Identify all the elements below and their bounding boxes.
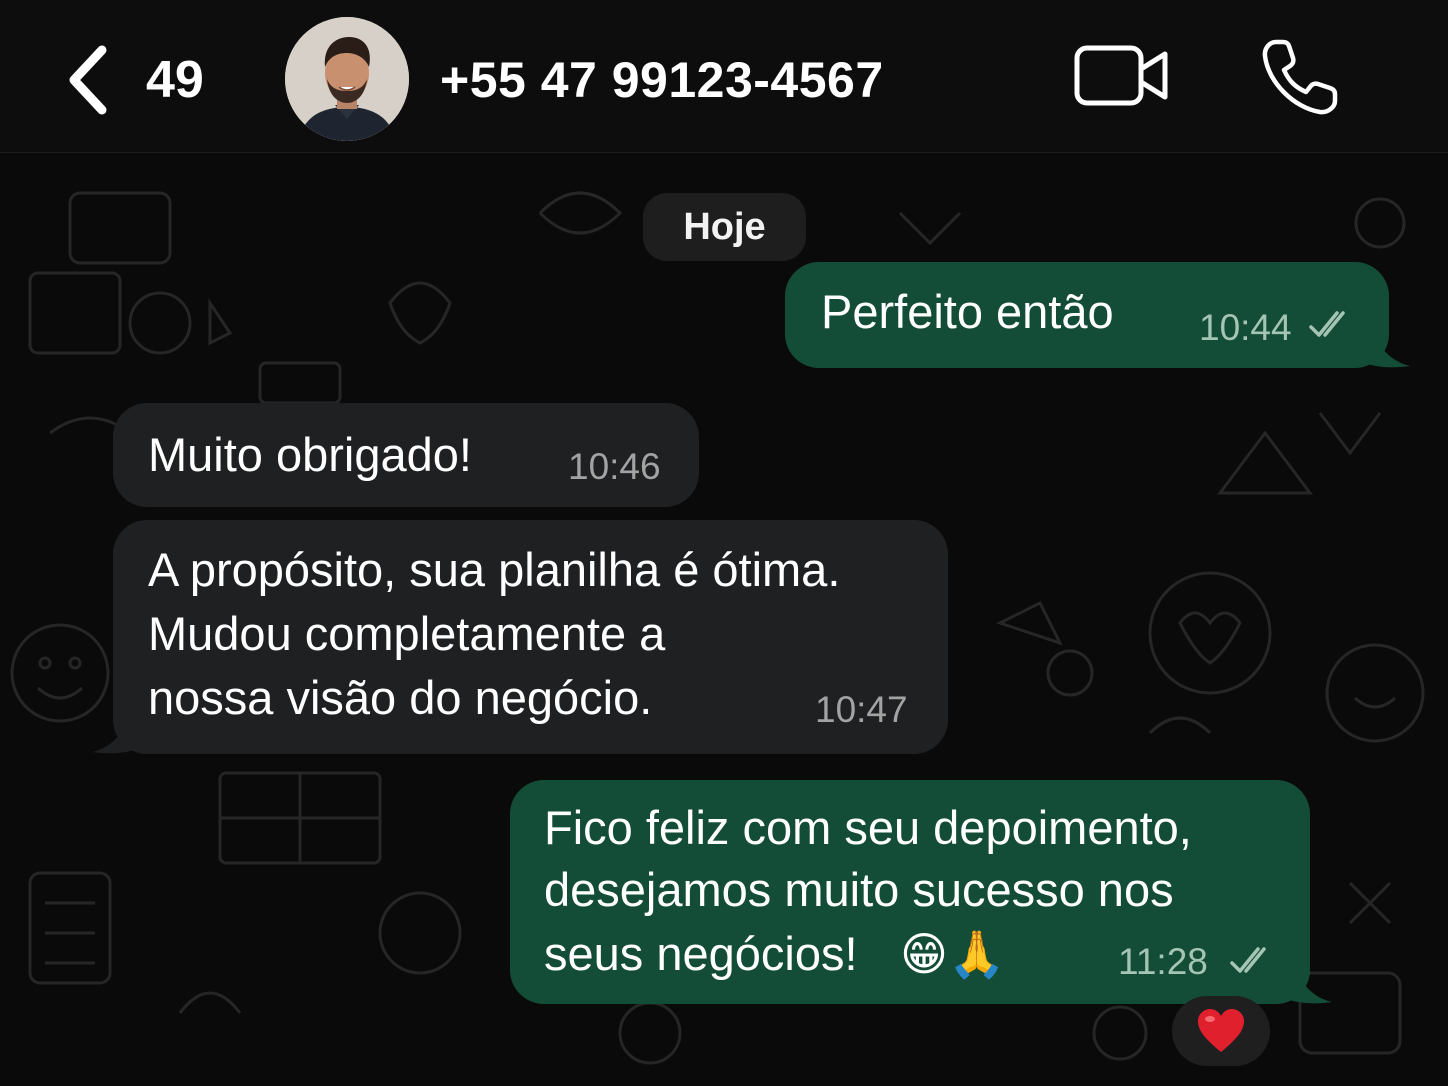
message-bubble-incoming[interactable]: A propósito, sua planilha é ótima. Mudou…: [113, 520, 948, 754]
bubble-tail: [1290, 964, 1332, 1004]
message-text-line: desejamos muito sucesso nos: [544, 863, 1174, 916]
message-text-line: nossa visão do negócio.: [148, 671, 653, 724]
video-call-button[interactable]: [1072, 42, 1172, 112]
double-check-icon: [1230, 947, 1266, 973]
message-text-line: A propósito, sua planilha é ótima.: [148, 543, 841, 596]
bubble-tail: [1368, 328, 1410, 368]
double-check-icon: [1309, 311, 1345, 337]
message-bubble-outgoing[interactable]: Perfeito então 10:44: [785, 262, 1389, 368]
message-text-line: Fico feliz com seu depoimento,: [544, 801, 1192, 854]
contact-name[interactable]: +55 47 99123-4567: [440, 48, 884, 112]
message-emojis: 😁🙏: [900, 928, 1006, 980]
voice-call-button[interactable]: [1258, 36, 1342, 120]
message-text-line: seus negócios!: [544, 927, 858, 980]
message-bubble-outgoing[interactable]: Fico feliz com seu depoimento, desejamos…: [510, 780, 1310, 1004]
heart-icon: [1198, 1009, 1244, 1052]
message-time: 10:47: [815, 689, 908, 730]
unread-count[interactable]: 49: [146, 48, 204, 112]
chat-header: 49 +55 47 99123-4567: [0, 0, 1448, 153]
message-text: Perfeito então: [821, 285, 1114, 338]
phone-icon: [1262, 39, 1338, 115]
date-separator: Hoje: [643, 193, 806, 261]
contact-photo: [285, 17, 409, 141]
back-chevron-icon: [69, 45, 107, 115]
message-text: Muito obrigado!: [148, 428, 472, 481]
message-time: 10:44: [1199, 307, 1292, 348]
message-text-line: Mudou completamente a: [148, 607, 666, 660]
message-time: 10:46: [568, 446, 661, 487]
back-button[interactable]: [60, 42, 120, 118]
message-bubble-incoming[interactable]: Muito obrigado! 10:46: [113, 403, 699, 507]
bubble-tail: [92, 714, 134, 754]
video-call-icon: [1074, 45, 1168, 106]
message-time: 11:28: [1118, 941, 1208, 982]
avatar[interactable]: [285, 17, 409, 141]
message-reaction[interactable]: [1172, 996, 1270, 1066]
